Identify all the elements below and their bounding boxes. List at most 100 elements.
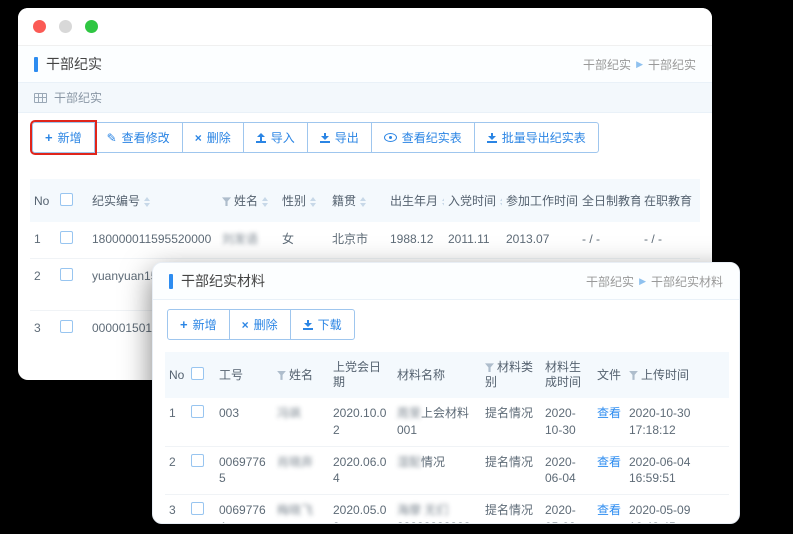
sort-icon[interactable] — [442, 197, 444, 207]
sort-icon[interactable] — [262, 197, 268, 207]
filter-icon[interactable] — [222, 197, 231, 206]
section-label: 干部纪实 — [54, 89, 102, 106]
front-toolbar: + 新增 × 删除 下载 — [153, 300, 739, 350]
table-row: 3 00697764 梅晓飞 2020.05.09 海摩 无们333333333… — [165, 495, 729, 524]
col-name: 姓名 — [218, 179, 278, 222]
batch-export-button[interactable]: 批量导出纪实表 — [474, 122, 599, 153]
col-file: 文件 — [593, 352, 625, 398]
col-no: No — [30, 179, 56, 222]
select-all-checkbox[interactable] — [60, 193, 73, 206]
material-cell: 周旻上会材料001 — [393, 398, 481, 446]
plus-icon: + — [180, 318, 188, 331]
col-onjob: 在职教育 — [640, 179, 700, 222]
download-icon — [303, 320, 313, 330]
sort-icon[interactable] — [500, 197, 502, 207]
front-panel-header: 干部纪实材料 干部纪实 ▶ 干部纪实材料 — [153, 263, 739, 300]
back-toolbar: + 新增 ✎ 查看修改 × 删除 导入 导出 查看纪实表 — [18, 113, 712, 163]
name-cell: 梅晓飞 — [273, 495, 329, 524]
title-accent-bar — [169, 274, 173, 289]
breadcrumb-current: 干部纪实材料 — [651, 273, 723, 290]
col-select — [56, 179, 88, 222]
eye-icon — [384, 133, 397, 142]
breadcrumb-separator-icon: ▶ — [636, 59, 643, 70]
col-upload-time: 上传时间 — [625, 352, 729, 398]
col-select — [187, 352, 215, 398]
table-grid-icon — [34, 93, 47, 103]
table-row: 1 180000011595520000 刘发语 女 北京市 1988.12 2… — [30, 222, 700, 258]
close-icon: × — [195, 132, 202, 144]
title-accent-bar — [34, 57, 38, 72]
download-button[interactable]: 下载 — [290, 309, 355, 340]
view-sheet-button[interactable]: 查看纪实表 — [371, 122, 475, 153]
breadcrumb-root[interactable]: 干部纪实 — [583, 56, 631, 73]
export-button[interactable]: 导出 — [307, 122, 372, 153]
name-cell: 冯飒 — [273, 398, 329, 446]
col-gen-time: 材料生成时间 — [541, 352, 593, 398]
col-job-no: 工号 — [215, 352, 273, 398]
view-file-link[interactable]: 查看 — [597, 455, 621, 469]
import-button[interactable]: 导入 — [243, 122, 308, 153]
window-chrome — [18, 8, 712, 46]
filter-icon[interactable] — [629, 371, 638, 380]
front-panel: 干部纪实材料 干部纪实 ▶ 干部纪实材料 + 新增 × 删除 下载 — [152, 262, 740, 524]
delete-button[interactable]: × 删除 — [229, 309, 291, 340]
front-button-group: + 新增 × 删除 下载 — [167, 309, 355, 340]
row-checkbox[interactable] — [191, 454, 204, 467]
add-button[interactable]: + 新增 — [32, 122, 95, 153]
col-native: 籍贯 — [328, 179, 386, 222]
name-cell: 肖晓弃 — [273, 446, 329, 495]
close-icon: × — [242, 319, 249, 331]
sort-icon[interactable] — [310, 197, 316, 207]
col-meeting-date: 上党会日期 — [329, 352, 393, 398]
maximize-window-button[interactable] — [85, 20, 98, 33]
page-title: 干部纪实材料 — [169, 271, 265, 291]
edit-icon: ✎ — [107, 132, 117, 144]
breadcrumb-current: 干部纪实 — [648, 56, 696, 73]
plus-icon: + — [45, 131, 53, 144]
material-cell: 湿配情况 — [393, 446, 481, 495]
row-checkbox[interactable] — [191, 405, 204, 418]
col-gender: 性别 — [278, 179, 328, 222]
back-panel-header: 干部纪实 干部纪实 ▶ 干部纪实 — [18, 46, 712, 83]
breadcrumb-root[interactable]: 干部纪实 — [586, 273, 634, 290]
filter-icon[interactable] — [485, 363, 494, 372]
breadcrumb-separator-icon: ▶ — [639, 276, 646, 287]
table-header-row: No 工号 姓名 上党会日期 材料名称 材料类别 材料生成时间 文件 上传时间 — [165, 352, 729, 398]
view-file-link[interactable]: 查看 — [597, 406, 621, 420]
download-icon — [320, 133, 330, 143]
add-button[interactable]: + 新增 — [167, 309, 230, 340]
back-button-group: + 新增 ✎ 查看修改 × 删除 导入 导出 查看纪实表 — [32, 122, 599, 153]
table-header-row: No 纪实编号 姓名 性别 籍贯 出生年月 入党时间 参加工作时间 全日制教育 … — [30, 179, 700, 222]
sort-icon[interactable] — [360, 197, 366, 207]
row-checkbox[interactable] — [191, 502, 204, 515]
view-file-link[interactable]: 查看 — [597, 503, 621, 517]
upload-icon — [256, 133, 266, 143]
name-cell: 刘发语 — [218, 222, 278, 258]
view-edit-button[interactable]: ✎ 查看修改 — [94, 122, 183, 153]
col-category: 材料类别 — [481, 352, 541, 398]
table-row: 2 00697765 肖晓弃 2020.06.04 湿配情况 提名情况 2020… — [165, 446, 729, 495]
col-work: 参加工作时间 — [502, 179, 578, 222]
col-party: 入党时间 — [444, 179, 502, 222]
close-window-button[interactable] — [33, 20, 46, 33]
row-checkbox[interactable] — [60, 320, 73, 333]
select-all-checkbox[interactable] — [191, 367, 204, 380]
delete-button[interactable]: × 删除 — [182, 122, 244, 153]
page-title-text: 干部纪实材料 — [181, 271, 265, 291]
section-bar: 干部纪实 — [18, 83, 712, 113]
col-no: No — [165, 352, 187, 398]
materials-table: No 工号 姓名 上党会日期 材料名称 材料类别 材料生成时间 文件 上传时间 … — [165, 352, 729, 524]
filter-icon[interactable] — [277, 371, 286, 380]
col-material: 材料名称 — [393, 352, 481, 398]
minimize-window-button[interactable] — [59, 20, 72, 33]
row-checkbox[interactable] — [60, 268, 73, 281]
material-cell: 海摩 无们333333333333 — [393, 495, 481, 524]
page-title: 干部纪实 — [34, 54, 102, 74]
breadcrumb: 干部纪实 ▶ 干部纪实 — [583, 56, 696, 73]
table-row: 1 003 冯飒 2020.10.02 周旻上会材料001 提名情况 2020-… — [165, 398, 729, 446]
row-checkbox[interactable] — [60, 231, 73, 244]
col-birth: 出生年月 — [386, 179, 444, 222]
breadcrumb: 干部纪实 ▶ 干部纪实材料 — [586, 273, 723, 290]
sort-icon[interactable] — [144, 197, 150, 207]
col-name: 姓名 — [273, 352, 329, 398]
